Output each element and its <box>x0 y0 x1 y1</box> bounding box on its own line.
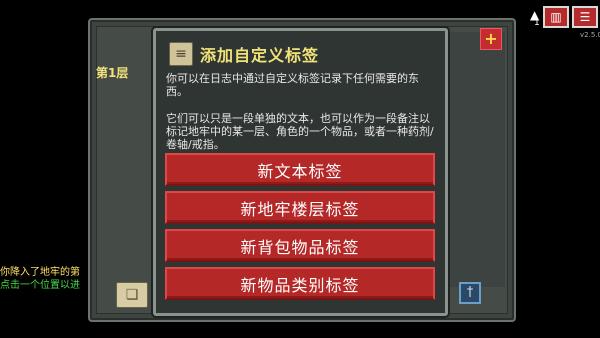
floor-label: 第1层 <box>96 66 129 80</box>
journal-side-panel <box>441 32 505 287</box>
scroll-icon: ≡ <box>169 42 193 66</box>
journal-book-icon[interactable]: ▥ <box>543 6 569 28</box>
depth-number: 1 <box>534 18 540 28</box>
log-line: 点击一个位置以进 <box>0 280 80 291</box>
dialog-title: 添加自定义标签 <box>200 46 320 65</box>
sword-icon[interactable]: † <box>459 282 481 304</box>
new-item-category-tag-button[interactable]: 新物品类别标签 <box>165 267 435 300</box>
new-floor-tag-button[interactable]: 新地牢楼层标签 <box>165 191 435 224</box>
add-tag-plus-icon[interactable]: + <box>480 28 502 50</box>
dialog-paragraph-1: 你可以在日志中通过自定义标签记录下任何需要的东西。 <box>166 72 419 98</box>
dialog-paragraph-2: 它们可以只是一段单独的文本，也可以作为一段备注以标记地牢中的某一层、角色的一个物… <box>166 112 434 151</box>
version-label: v2.5.0 <box>580 31 600 39</box>
new-inventory-item-tag-button[interactable]: 新背包物品标签 <box>165 229 435 262</box>
menu-icon[interactable]: ☰ <box>572 6 598 28</box>
new-text-tag-button[interactable]: 新文本标签 <box>165 153 435 186</box>
catalog-book-icon[interactable]: ❏ <box>116 282 148 308</box>
